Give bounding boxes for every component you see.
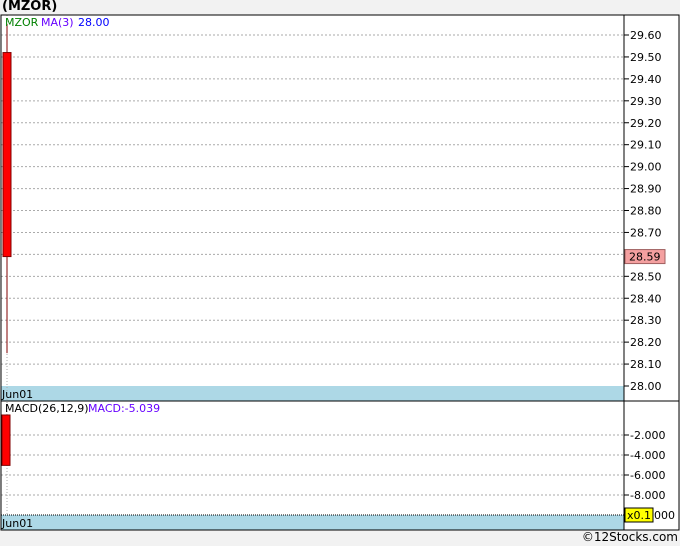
price-tick-label: 28.90 (630, 183, 662, 196)
price-date-bar (1, 386, 624, 401)
scale-badge-label: x0.1 (627, 509, 651, 522)
stock-chart: Jun01 Jun01 MZOR MA(3) 28.00 MACD(26,12,… (0, 14, 680, 531)
legend-ma-label: MA(3) (41, 16, 74, 29)
macd-tick-label: 000 (654, 509, 675, 522)
price-tick-label: 29.60 (630, 29, 662, 42)
candle-body (2, 52, 12, 258)
macd-tick-label: -2.000 (630, 429, 665, 442)
macd-tick-label: -8.000 (630, 489, 665, 502)
macd-tick-label: -6.000 (630, 469, 665, 482)
price-tick-label: 29.50 (630, 51, 662, 64)
legend-ma-value: 28.00 (78, 16, 110, 29)
price-tick-label: 29.30 (630, 95, 662, 108)
price-tick-label: 29.00 (630, 161, 662, 174)
macd-tick-label: -4.000 (630, 449, 665, 462)
macd-legend-label: MACD(26,12,9) (5, 402, 89, 415)
macd-bar (1, 414, 11, 466)
price-tick-label: 28.40 (630, 292, 662, 305)
price-tick-label: 28.00 (630, 380, 662, 393)
price-tick-label: 28.20 (630, 336, 662, 349)
chart-background (1, 15, 679, 530)
macd-x-tick: Jun01 (1, 517, 33, 530)
price-tick-label: 29.10 (630, 139, 662, 152)
price-tick-label: 29.40 (630, 73, 662, 86)
price-tick-label: 29.20 (630, 117, 662, 130)
price-tick-label: 28.50 (630, 270, 662, 283)
legend-symbol: MZOR (5, 16, 39, 29)
price-tick-label: 28.80 (630, 205, 662, 218)
macd-date-bar (1, 515, 624, 530)
macd-legend-value: MACD:-5.039 (88, 402, 160, 415)
price-tick-label: 28.10 (630, 358, 662, 371)
price-x-tick: Jun01 (1, 388, 33, 401)
price-tick-label: 28.30 (630, 314, 662, 327)
last-price-label: 28.59 (629, 251, 661, 264)
price-tick-label: 28.70 (630, 226, 662, 239)
